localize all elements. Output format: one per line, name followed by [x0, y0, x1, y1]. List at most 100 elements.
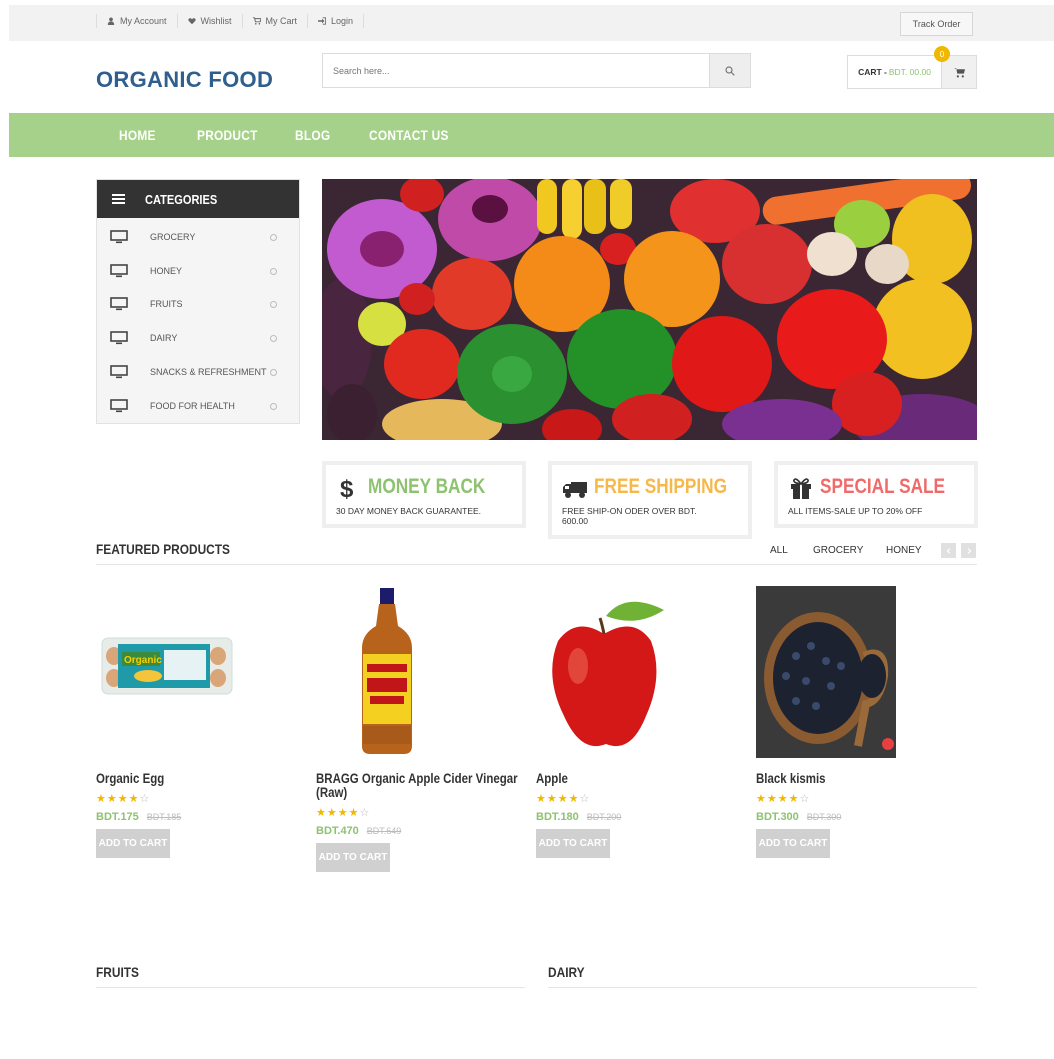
nav-blog[interactable]: BLOG — [295, 113, 330, 157]
product-image[interactable] — [316, 586, 536, 758]
monitor-icon — [110, 365, 128, 379]
add-to-cart-button[interactable]: ADD TO CART — [756, 829, 830, 858]
prev-button[interactable] — [941, 543, 956, 558]
add-to-cart-button[interactable]: ADD TO CART — [536, 829, 610, 858]
featured-divider — [96, 564, 977, 565]
product-price: BDT.180 BDT.200 — [536, 811, 621, 823]
circle-icon — [270, 368, 277, 376]
categories-header: CATEGORIES — [97, 180, 299, 218]
filter-all[interactable]: ALL — [770, 545, 788, 556]
next-button[interactable] — [961, 543, 976, 558]
category-label: DAIRY — [150, 333, 178, 343]
user-icon — [107, 17, 115, 25]
filter-grocery[interactable]: GROCERY — [813, 545, 863, 556]
monitor-icon — [110, 230, 128, 244]
search-input[interactable] — [323, 54, 709, 87]
category-label: HONEY — [150, 266, 183, 276]
site-logo[interactable]: ORGANIC FOOD — [96, 67, 273, 93]
product-name[interactable]: BRAGG Organic Apple Cider Vinegar (Raw) — [316, 771, 521, 799]
dollar-icon: $ — [340, 476, 354, 501]
product-name[interactable]: Apple — [536, 771, 741, 785]
circle-icon — [270, 233, 277, 241]
old-price: BDT.649 — [366, 826, 402, 836]
login-label: Login — [331, 16, 354, 26]
cart-icon-box[interactable] — [941, 56, 976, 88]
product-image[interactable] — [756, 586, 896, 758]
hero-banner[interactable] — [322, 179, 977, 440]
product-card: Apple ★★★★☆ BDT.180 BDT.200 ADD TO CART — [536, 586, 741, 858]
rating-stars: ★★★★☆ — [96, 793, 151, 805]
product-card: Black kismis ★★★★☆ BDT.300 BDT.300 ADD TO… — [756, 586, 961, 858]
feature-title: SPECIAL SALE — [820, 475, 946, 498]
login-link[interactable]: Login — [308, 14, 365, 28]
product-name[interactable]: Organic Egg — [96, 771, 301, 785]
black-raisins-image — [756, 586, 896, 758]
my-cart-link[interactable]: My Cart — [243, 14, 309, 28]
rating-stars: ★★★★☆ — [536, 793, 591, 805]
my-cart-label: My Cart — [265, 16, 298, 26]
apple-image — [536, 586, 676, 758]
nav-contact-us[interactable]: CONTACT US — [369, 113, 449, 157]
circle-icon — [270, 267, 277, 275]
category-food-for-health[interactable]: FOOD FOR HEALTH — [97, 391, 299, 421]
current-price: BDT.180 — [536, 811, 579, 823]
gift-icon — [791, 478, 811, 499]
dairy-divider — [548, 987, 977, 988]
wishlist-link[interactable]: Wishlist — [178, 14, 243, 28]
feature-title: FREE SHIPPING — [594, 475, 728, 498]
rating-stars: ★★★★☆ — [316, 807, 371, 819]
cart-summary: CART - BDT. 00.00 — [848, 56, 941, 88]
category-grocery[interactable]: GROCERY — [97, 222, 299, 252]
product-image[interactable] — [536, 586, 676, 758]
circle-icon — [270, 300, 277, 308]
cart-amount: BDT. 00.00 — [888, 67, 931, 77]
nav-home[interactable]: HOME — [119, 113, 156, 157]
nav-product[interactable]: PRODUCT — [197, 113, 258, 157]
feature-free-shipping: FREE SHIPPING FREE SHIP-ON ODER OVER BDT… — [548, 461, 752, 539]
search-button[interactable] — [709, 54, 750, 87]
product-name[interactable]: Black kismis — [756, 771, 961, 785]
add-to-cart-button[interactable]: ADD TO CART — [316, 843, 390, 872]
vegetables-image — [322, 179, 977, 440]
category-dairy[interactable]: DAIRY — [97, 323, 299, 353]
category-honey[interactable]: HONEY — [97, 256, 299, 286]
old-price: BDT.300 — [806, 812, 842, 822]
product-price: BDT.300 BDT.300 — [756, 811, 841, 823]
category-label: FOOD FOR HEALTH — [150, 401, 235, 411]
menu-icon — [112, 194, 125, 204]
filter-honey[interactable]: HONEY — [886, 545, 922, 556]
track-order-button[interactable]: Track Order — [900, 12, 973, 36]
feature-special-sale: SPECIAL SALE ALL ITEMS-SALE UP TO 20% OF… — [774, 461, 978, 528]
main-nav — [9, 113, 1054, 157]
truck-icon — [563, 482, 587, 498]
category-fruits[interactable]: FRUITS — [97, 289, 299, 319]
search-icon — [725, 65, 735, 76]
add-to-cart-button[interactable]: ADD TO CART — [96, 829, 170, 858]
cart-count-badge: 0 — [934, 46, 950, 62]
header-cart[interactable]: CART - BDT. 00.00 — [847, 55, 977, 89]
my-account-label: My Account — [120, 16, 167, 26]
category-snacks[interactable]: SNACKS & REFRESHMENT — [97, 357, 299, 387]
my-account-link[interactable]: My Account — [97, 14, 178, 28]
product-price: BDT.175 BDT.185 — [96, 811, 181, 823]
monitor-icon — [110, 297, 128, 311]
current-price: BDT.470 — [316, 825, 359, 837]
shopping-cart-icon — [953, 67, 965, 77]
search-bar — [322, 53, 751, 88]
current-price: BDT.300 — [756, 811, 799, 823]
current-price: BDT.175 — [96, 811, 139, 823]
category-label: SNACKS & REFRESHMENT — [150, 367, 267, 377]
feature-money-back: $ MONEY BACK 30 DAY MONEY BACK GUARANTEE… — [322, 461, 526, 528]
categories-panel: CATEGORIES GROCERY HONEY FRUITS DAIRY SN… — [96, 179, 300, 424]
old-price: BDT.185 — [146, 812, 182, 822]
featured-products-title: FEATURED PRODUCTS — [96, 541, 230, 557]
cart-icon — [252, 17, 261, 25]
monitor-icon — [110, 331, 128, 345]
monitor-icon — [110, 264, 128, 278]
feature-subtitle: 30 DAY MONEY BACK GUARANTEE. — [336, 506, 482, 516]
product-image[interactable]: Organic — [96, 586, 236, 758]
egg-carton-image: Organic — [96, 586, 236, 758]
dairy-section-title: DAIRY — [548, 964, 585, 980]
svg-text:$: $ — [340, 476, 354, 501]
svg-text:Organic: Organic — [124, 655, 162, 666]
